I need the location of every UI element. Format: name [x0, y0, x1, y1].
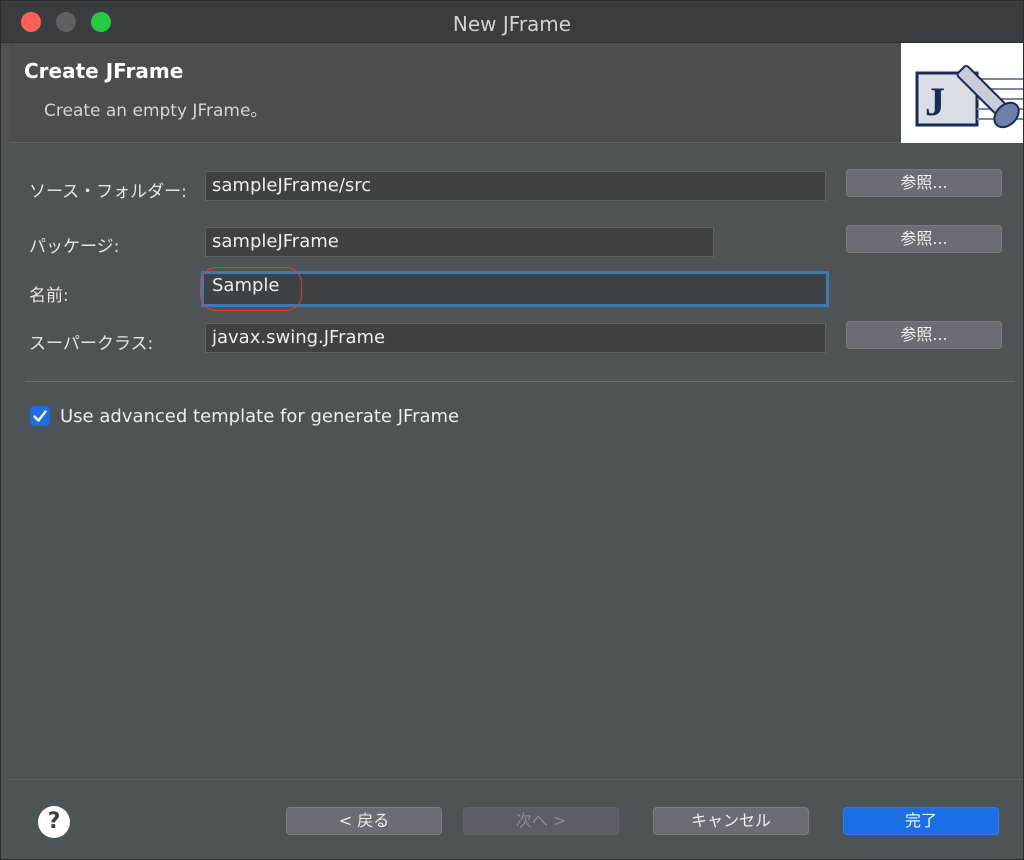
name-label: 名前:	[29, 286, 69, 306]
package-label: パッケージ:	[29, 237, 120, 257]
source-folder-label: ソース・フォルダー:	[29, 182, 187, 202]
cancel-button[interactable]: キャンセル	[653, 807, 809, 835]
wizard-banner: Create JFrame Create an empty JFrame。 J	[9, 43, 1023, 143]
new-jframe-dialog: New JFrame Create JFrame Create an empty…	[0, 0, 1024, 860]
advanced-template-label: Use advanced template for generate JFram…	[60, 406, 460, 427]
source-folder-browse-button[interactable]: 参照...	[846, 169, 1002, 197]
superclass-browse-button[interactable]: 参照...	[846, 321, 1002, 349]
advanced-template-checkbox[interactable]	[30, 406, 50, 426]
package-field[interactable]: sampleJFrame	[205, 227, 714, 257]
footer-divider	[9, 779, 1023, 780]
finish-button[interactable]: 完了	[843, 807, 999, 835]
wizard-title: Create JFrame	[24, 59, 184, 83]
window-title: New JFrame	[452, 12, 572, 36]
jframe-icon-letter: J	[925, 79, 945, 124]
superclass-field[interactable]: javax.swing.JFrame	[205, 323, 826, 353]
help-icon[interactable]: ?	[38, 806, 70, 838]
jframe-wizard-icon: J	[901, 43, 1023, 143]
back-button[interactable]: < 戻る	[286, 807, 442, 835]
next-button[interactable]: 次へ >	[463, 807, 619, 835]
source-folder-field[interactable]: sampleJFrame/src	[205, 171, 826, 201]
package-browse-button[interactable]: 参照...	[846, 225, 1002, 253]
section-divider	[25, 381, 1015, 382]
title-bar: New JFrame	[1, 1, 1023, 43]
annotation-highlight	[200, 267, 302, 311]
wizard-description: Create an empty JFrame。	[44, 101, 268, 121]
superclass-label: スーパークラス:	[29, 334, 154, 354]
checkmark-icon	[33, 410, 47, 422]
